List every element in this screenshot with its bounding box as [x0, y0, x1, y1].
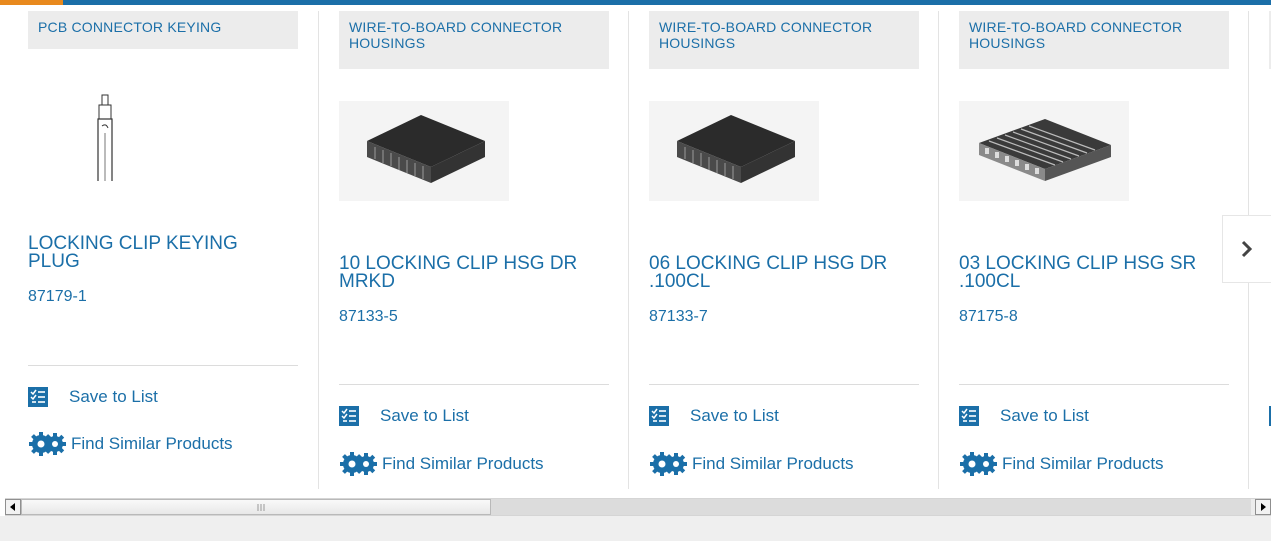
scroll-left-button[interactable] [5, 499, 21, 515]
save-to-list-button[interactable]: Save to List [959, 406, 1089, 426]
category-tag[interactable]: WIRE-TO-BOARD CONNECTOR HOUSINGS [339, 11, 609, 69]
product-card: WIRE-TO-BOARD CONNECTOR HOUSINGS 06 LOCK… [649, 11, 919, 491]
triangle-left-icon [10, 503, 15, 511]
card-separator [318, 11, 319, 489]
find-similar-button[interactable]: Find Similar Products [649, 451, 854, 477]
card-separator [628, 11, 629, 489]
scrollbar-thumb[interactable] [21, 499, 491, 515]
save-to-list-button[interactable]: Save to List [649, 406, 779, 426]
find-similar-label: Find Similar Products [71, 434, 233, 453]
product-title[interactable]: LOCKING CLIP KEYING PLUG [28, 234, 288, 271]
product-carousel: PCB CONNECTOR KEYING LOCKING CLIP KEYING… [0, 11, 1271, 491]
gears-icon [340, 452, 377, 476]
divider [28, 365, 298, 366]
product-card: WIRE-TO-BOARD CONNECTOR HOUSINGS 03 LOCK… [959, 11, 1229, 491]
carousel-next-button[interactable] [1222, 215, 1271, 283]
product-title[interactable]: 03 LOCKING CLIP HSG SR .100CL [959, 254, 1219, 291]
list-check-icon [959, 406, 979, 426]
gears-icon [650, 452, 687, 476]
list-check-icon [339, 406, 359, 426]
product-image-housing-single-row[interactable] [959, 101, 1129, 201]
find-similar-button[interactable]: Find Similar Products [959, 451, 1164, 477]
scroll-right-button[interactable] [1255, 499, 1271, 515]
product-card: PCB CONNECTOR KEYING LOCKING CLIP KEYING… [28, 11, 298, 491]
product-image-keying-plug[interactable] [28, 81, 198, 181]
category-tag[interactable]: WIRE-TO-BOARD CONNECTOR HOUSINGS [649, 11, 919, 69]
find-similar-button[interactable]: Find Similar Products [28, 431, 233, 457]
horizontal-scrollbar[interactable] [5, 498, 1271, 516]
product-title[interactable]: 06 LOCKING CLIP HSG DR .100CL [649, 254, 909, 291]
save-to-list-label: Save to List [380, 406, 469, 425]
triangle-right-icon [1261, 503, 1266, 511]
part-number[interactable]: 87133-7 [649, 308, 708, 326]
find-similar-label: Find Similar Products [1002, 454, 1164, 473]
page-footer-area [0, 516, 1271, 541]
save-to-list-button[interactable]: Save to List [339, 406, 469, 426]
grip-icon [257, 504, 265, 511]
gears-icon [960, 452, 997, 476]
list-check-icon [28, 387, 48, 407]
find-similar-label: Find Similar Products [692, 454, 854, 473]
category-tag[interactable]: PCB CONNECTOR KEYING [28, 11, 298, 49]
divider [649, 384, 919, 385]
save-to-list-label: Save to List [69, 387, 158, 406]
category-tag[interactable]: WIRE-TO-BOARD CONNECTOR HOUSINGS [959, 11, 1229, 69]
save-to-list-label: Save to List [690, 406, 779, 425]
chevron-right-icon [1241, 240, 1253, 258]
scrollbar-track[interactable] [491, 499, 1251, 515]
product-image-housing[interactable] [339, 101, 509, 201]
find-similar-label: Find Similar Products [382, 454, 544, 473]
part-number[interactable]: 87175-8 [959, 308, 1018, 326]
save-to-list-button[interactable]: Save to List [28, 387, 158, 407]
divider [339, 384, 609, 385]
gears-icon [29, 432, 66, 456]
top-accent-bar [0, 0, 1271, 11]
divider [959, 384, 1229, 385]
product-image-housing[interactable] [649, 101, 819, 201]
product-card: WIRE-TO-BOARD CONNECTOR HOUSINGS 10 LOCK… [339, 11, 609, 491]
list-check-icon [649, 406, 669, 426]
find-similar-button[interactable]: Find Similar Products [339, 451, 544, 477]
save-to-list-label: Save to List [1000, 406, 1089, 425]
card-separator [938, 11, 939, 489]
product-title[interactable]: 10 LOCKING CLIP HSG DR MRKD [339, 254, 599, 291]
part-number[interactable]: 87133-5 [339, 308, 398, 326]
part-number[interactable]: 87179-1 [28, 288, 87, 306]
